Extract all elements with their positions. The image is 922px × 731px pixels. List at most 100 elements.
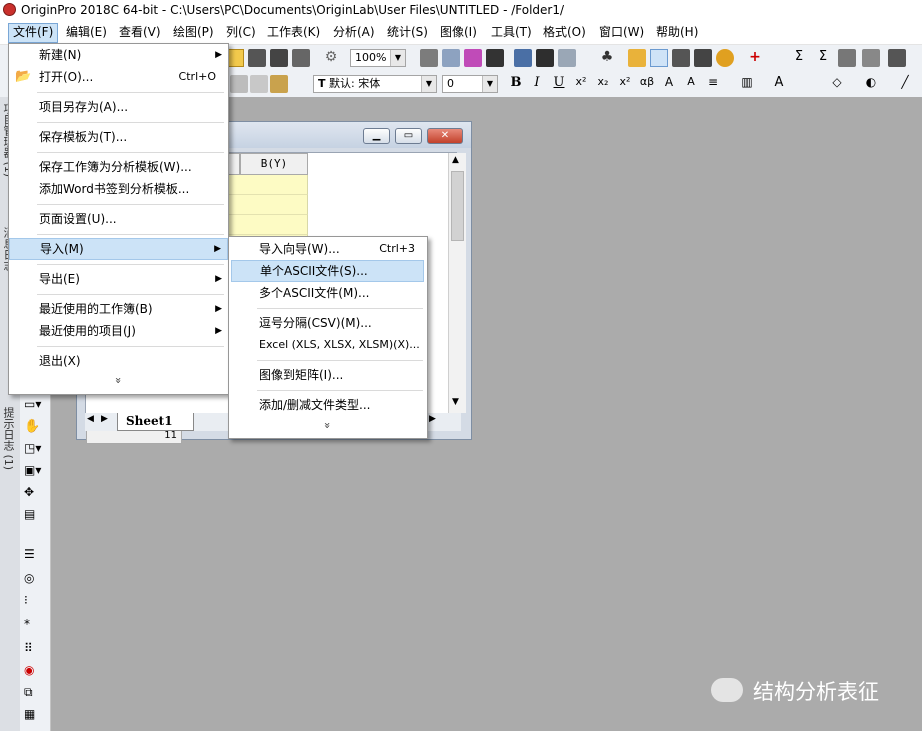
font-color-icon[interactable]: A [770,75,788,93]
hand-icon[interactable]: ✋ [24,419,44,437]
hscroll-right-icon[interactable]: ▶ [429,414,436,424]
font-size-select[interactable]: 0 ▼ [442,75,498,93]
menu-plot[interactable]: 绘图(P) [169,23,218,41]
menu-item-open[interactable]: 📂 打开(O)... Ctrl+O [9,66,228,88]
scroll-down-icon[interactable]: ▼ [452,397,459,407]
target-icon[interactable]: ◉ [24,663,44,681]
menu-item-exit[interactable]: 退出(X) [9,350,228,372]
grid-dots-icon[interactable]: ⠿ [24,641,44,659]
tree-icon[interactable]: ♣ [598,49,616,67]
menu-item-new[interactable]: 新建(N) ▶ [9,44,228,66]
close-button[interactable]: ✕ [427,128,463,144]
increase-font-icon[interactable]: A [660,75,678,93]
next-sheet-icon[interactable]: ▶ [101,414,108,424]
layout-icon[interactable] [558,49,576,67]
menu-edit[interactable]: 编辑(E) [62,23,111,41]
menu-help[interactable]: 帮助(H) [652,23,702,41]
sheet-tab-sheet1[interactable]: Sheet1 [117,413,194,431]
fill-color-icon[interactable]: ◇ [828,75,846,93]
columns-icon[interactable] [862,49,880,67]
save-as-icon[interactable] [270,49,288,67]
menu-item-add-word-bookmark[interactable]: 添加Word书签到分析模板... [9,178,228,200]
grid-icon[interactable] [486,49,504,67]
menu-worksheet[interactable]: 工作表(K) [263,23,324,41]
italic-icon[interactable]: I [528,75,546,93]
tab-hint-log[interactable]: 提示日志 (1) [2,407,16,470]
sort-icon[interactable] [838,49,856,67]
circle-icon[interactable]: ◎ [24,571,44,589]
font-name-select[interactable]: T 默认: 宋体 ▼ [313,75,437,93]
zoom-icon[interactable] [650,49,668,67]
list-icon[interactable]: ☰ [24,547,44,565]
menu-item-save-project-as[interactable]: 项目另存为(A)... [9,96,228,118]
copy-layer-icon[interactable]: ⧉ [24,685,44,703]
subscript-icon[interactable]: x₂ [594,75,612,93]
move-icon[interactable]: ✥ [24,485,44,503]
menu-item-save-template-as[interactable]: 保存模板为(T)... [9,126,228,148]
menu-item-recent-projects[interactable]: 最近使用的项目(J) ▶ [9,320,228,342]
zoom-select[interactable]: 100% ▼ [350,49,406,67]
menu-item-single-ascii[interactable]: 单个ASCII文件(S)... [231,260,424,282]
layer-icon[interactable] [536,49,554,67]
menu-analysis[interactable]: 分析(A) [329,23,379,41]
preview-icon[interactable] [442,49,460,67]
underline-icon[interactable]: U [550,75,568,93]
scale-icon[interactable]: ◳▾ [24,441,44,459]
prev-sheet-icon[interactable]: ◀ [87,414,94,424]
menu-column[interactable]: 列(C) [222,23,260,41]
menu-item-recent-workbooks[interactable]: 最近使用的工作簿(B) ▶ [9,298,228,320]
greek-icon[interactable]: αβ [638,75,656,93]
annotation-icon[interactable]: ⁝ [24,593,44,611]
column-b-header[interactable]: B(Y) [240,153,308,175]
edit-icon[interactable] [514,49,532,67]
statistics-icon[interactable]: Σ [814,49,832,67]
cell[interactable] [226,195,308,215]
menu-item-export[interactable]: 导出(E) ▶ [9,268,228,290]
decrease-font-icon[interactable]: A [682,75,700,93]
menu-item-excel[interactable]: Excel (XLS, XLSX, XLSM)(X)... [229,334,427,356]
align-icon[interactable]: ≡ [704,75,722,93]
supsub-icon[interactable]: x² [616,75,634,93]
asterisk-icon[interactable]: * [24,617,44,635]
table-icon[interactable] [672,49,690,67]
menu-image[interactable]: 图像(I) [436,23,481,41]
menu-item-import-wizard[interactable]: 导入向导(W)... Ctrl+3 [229,238,427,260]
data-reader-icon[interactable]: ▣▾ [24,463,44,481]
line-style-icon[interactable]: ╱ [896,75,914,93]
menu-item-import[interactable]: 导入(M) ▶ [9,238,228,260]
menu-item-multiple-ascii[interactable]: 多个ASCII文件(M)... [229,282,427,304]
rectangle-icon[interactable]: ▭▾ [24,397,44,415]
vertical-scrollbar[interactable]: ▲ ▼ [448,153,466,413]
color-icon[interactable] [464,49,482,67]
menu-item-add-remove-filetypes[interactable]: 添加/删减文件类型... [229,394,427,416]
gear-icon[interactable] [716,49,734,67]
menu-format[interactable]: 格式(O) [539,23,590,41]
cell[interactable] [226,215,308,235]
search-icon[interactable] [628,49,646,67]
layer-icon[interactable]: ▤ [24,507,44,525]
add-column-icon[interactable]: + [746,49,764,67]
scroll-thumb[interactable] [451,171,464,241]
minimize-button[interactable]: ▁ [363,128,390,144]
menu-item-save-analysis-template[interactable]: 保存工作簿为分析模板(W)... [9,156,228,178]
menu-file[interactable]: 文件(F) [8,23,59,43]
scroll-up-icon[interactable]: ▲ [452,155,459,165]
cut-icon[interactable] [230,75,248,93]
table-icon[interactable]: ▦ [24,707,44,725]
restore-button[interactable]: ▭ [395,128,422,144]
pattern-icon[interactable]: ◐ [862,75,880,93]
menu-item-image-to-matrix[interactable]: 图像到矩阵(I)... [229,364,427,386]
sum-icon[interactable]: Σ [790,49,808,67]
run-icon[interactable]: ⚙ [322,49,340,67]
script-icon[interactable] [694,49,712,67]
border-icon[interactable]: ▥ [738,75,756,93]
save-template-icon[interactable] [292,49,310,67]
superscript-icon[interactable]: x² [572,75,590,93]
expand-menu-icon[interactable]: » [321,422,334,429]
matrix-icon[interactable] [888,49,906,67]
menu-statistics[interactable]: 统计(S) [383,23,432,41]
menu-tools[interactable]: 工具(T) [487,23,536,41]
expand-menu-icon[interactable]: » [112,377,125,384]
menu-item-csv[interactable]: 逗号分隔(CSV)(M)... [229,312,427,334]
menu-item-page-setup[interactable]: 页面设置(U)... [9,208,228,230]
